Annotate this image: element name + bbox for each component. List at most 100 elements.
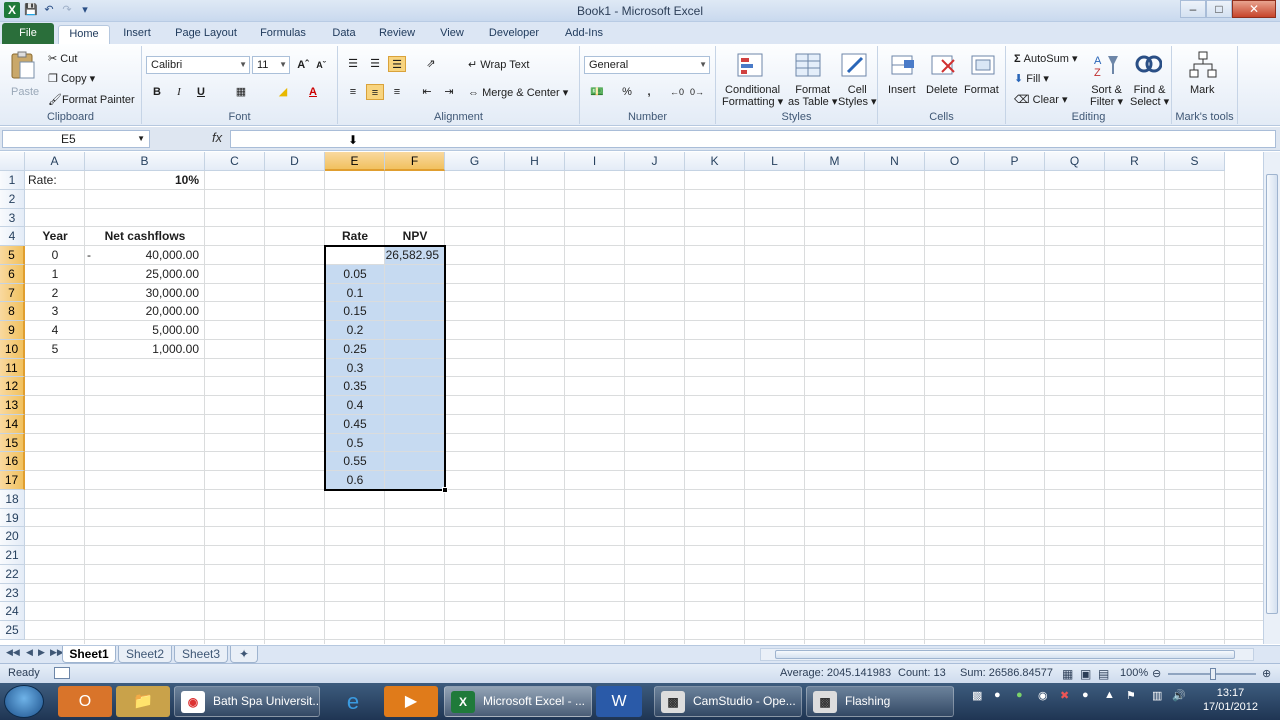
- taskbar-flashing[interactable]: ▩ Flashing: [806, 686, 954, 717]
- macro-record-icon[interactable]: [54, 667, 70, 679]
- column-header[interactable]: I: [565, 152, 625, 171]
- align-left-icon[interactable]: ≡: [344, 84, 362, 100]
- row-header[interactable]: 10: [0, 339, 25, 359]
- clear-button[interactable]: ⌫ Clear ▾: [1014, 93, 1068, 106]
- cell-b1[interactable]: 10%: [85, 171, 205, 190]
- borders-icon[interactable]: ▦: [232, 84, 250, 100]
- decrease-indent-icon[interactable]: ⇤: [418, 84, 436, 100]
- column-header[interactable]: J: [625, 152, 685, 171]
- close-button[interactable]: ✕: [1232, 0, 1276, 18]
- network-icon[interactable]: ▥: [1152, 689, 1162, 702]
- row-header[interactable]: 17: [0, 471, 25, 490]
- format-painter-button[interactable]: 🖌Format Painter: [48, 93, 135, 106]
- column-header[interactable]: B: [85, 152, 205, 171]
- tray-icon-3[interactable]: ●: [1016, 689, 1023, 701]
- insert-cells-button[interactable]: Insert: [888, 84, 916, 96]
- insert-function-icon[interactable]: fx: [212, 130, 222, 145]
- row-header[interactable]: 13: [0, 396, 25, 415]
- new-sheet-icon[interactable]: ✦: [230, 646, 258, 663]
- cell-a7[interactable]: 2: [25, 284, 85, 303]
- tab-file[interactable]: File: [2, 23, 54, 44]
- column-header[interactable]: Q: [1045, 152, 1105, 171]
- media-player-icon[interactable]: ▶: [384, 686, 438, 717]
- tab-add-ins[interactable]: Add-Ins: [556, 25, 612, 44]
- tray-icon-5[interactable]: ✖: [1060, 689, 1069, 702]
- taskbar-excel[interactable]: X Microsoft Excel - ...: [444, 686, 592, 717]
- shrink-font-icon[interactable]: Aˇ: [312, 57, 330, 73]
- outlook-icon[interactable]: O: [58, 686, 112, 717]
- tab-review[interactable]: Review: [374, 25, 420, 44]
- cell-b4[interactable]: Net cashflows: [85, 227, 205, 246]
- vertical-scroll-thumb[interactable]: [1266, 174, 1278, 614]
- formula-input[interactable]: [230, 130, 1276, 148]
- find-select-button[interactable]: Find & Select ▾: [1130, 84, 1169, 108]
- minimize-button[interactable]: –: [1180, 0, 1206, 18]
- copy-button[interactable]: ❐ Copy ▾: [48, 72, 95, 85]
- column-header[interactable]: G: [445, 152, 505, 171]
- conditional-formatting-icon[interactable]: [736, 50, 766, 80]
- cell-e4[interactable]: Rate: [325, 227, 385, 246]
- horizontal-scrollbar[interactable]: [760, 648, 1254, 661]
- row-header[interactable]: 15: [0, 433, 25, 453]
- tray-icon-2[interactable]: ●: [994, 689, 1001, 701]
- column-header[interactable]: A: [25, 152, 85, 171]
- number-format-combo[interactable]: General ▼: [584, 56, 710, 74]
- row-header[interactable]: 4: [0, 227, 25, 246]
- wrap-text-button[interactable]: ↵ Wrap Text: [468, 58, 529, 71]
- row-header[interactable]: 25: [0, 621, 25, 640]
- cell-styles-icon[interactable]: [840, 50, 870, 80]
- row-header[interactable]: 12: [0, 377, 25, 396]
- font-name-combo[interactable]: Calibri ▼: [146, 56, 250, 74]
- row-header[interactable]: 3: [0, 208, 25, 228]
- format-as-table-button[interactable]: Format as Table ▾: [788, 84, 837, 108]
- row-header[interactable]: 1: [0, 171, 25, 190]
- volume-icon[interactable]: 🔊: [1172, 689, 1186, 702]
- column-header[interactable]: C: [205, 152, 265, 171]
- maximize-button[interactable]: □: [1206, 0, 1232, 18]
- font-color-icon[interactable]: A: [304, 84, 322, 100]
- align-middle-icon[interactable]: ☰: [366, 56, 384, 72]
- format-cells-icon[interactable]: [968, 50, 998, 80]
- row-header[interactable]: 6: [0, 264, 25, 284]
- zoom-out-icon[interactable]: ⊖: [1152, 667, 1161, 680]
- insert-cells-icon[interactable]: [888, 50, 918, 80]
- format-cells-button[interactable]: Format: [964, 84, 999, 96]
- column-header[interactable]: S: [1165, 152, 1225, 171]
- column-header[interactable]: D: [265, 152, 325, 171]
- page-break-view-icon[interactable]: ▤: [1098, 667, 1109, 681]
- normal-view-icon[interactable]: ▦: [1062, 667, 1073, 681]
- fill-handle[interactable]: [442, 486, 448, 493]
- currency-icon[interactable]: 💵: [588, 84, 606, 100]
- cell-a6[interactable]: 1: [25, 265, 85, 284]
- cell-a8[interactable]: 3: [25, 302, 85, 321]
- select-all-corner[interactable]: [0, 152, 25, 171]
- row-header[interactable]: 22: [0, 564, 25, 584]
- zoom-slider-thumb[interactable]: [1210, 668, 1216, 680]
- row-header[interactable]: 8: [0, 302, 25, 321]
- cell-f4[interactable]: NPV: [385, 227, 445, 246]
- cell-b8[interactable]: 20,000.00: [85, 302, 205, 321]
- clock[interactable]: 13:17 17/01/2012: [1203, 686, 1258, 714]
- find-select-icon[interactable]: [1132, 50, 1163, 80]
- grow-font-icon[interactable]: Aˆ: [294, 57, 312, 73]
- cell-b5[interactable]: 40,000.00: [85, 246, 205, 265]
- first-sheet-icon[interactable]: ◀◀: [6, 647, 20, 658]
- column-header[interactable]: R: [1105, 152, 1165, 171]
- taskbar-camstudio[interactable]: ▩ CamStudio - Ope...: [654, 686, 802, 717]
- sheet-tab-2[interactable]: Sheet2: [118, 646, 172, 663]
- increase-decimal-icon[interactable]: ←0: [668, 84, 686, 100]
- underline-icon[interactable]: U: [192, 84, 210, 100]
- column-header[interactable]: M: [805, 152, 865, 171]
- row-header[interactable]: 23: [0, 583, 25, 603]
- cell-a1[interactable]: Rate:: [28, 171, 88, 190]
- zoom-in-icon[interactable]: ⊕: [1262, 667, 1271, 680]
- tab-developer[interactable]: Developer: [484, 25, 544, 44]
- tray-icon-1[interactable]: ▩: [972, 689, 982, 702]
- vertical-scrollbar[interactable]: [1263, 152, 1280, 644]
- mark-tool-icon[interactable]: [1188, 50, 1218, 80]
- cell-b10[interactable]: 1,000.00: [85, 340, 205, 359]
- row-header[interactable]: 24: [0, 602, 25, 621]
- column-header[interactable]: E: [325, 152, 385, 171]
- column-header[interactable]: L: [745, 152, 805, 171]
- next-sheet-icon[interactable]: ▶: [38, 647, 45, 658]
